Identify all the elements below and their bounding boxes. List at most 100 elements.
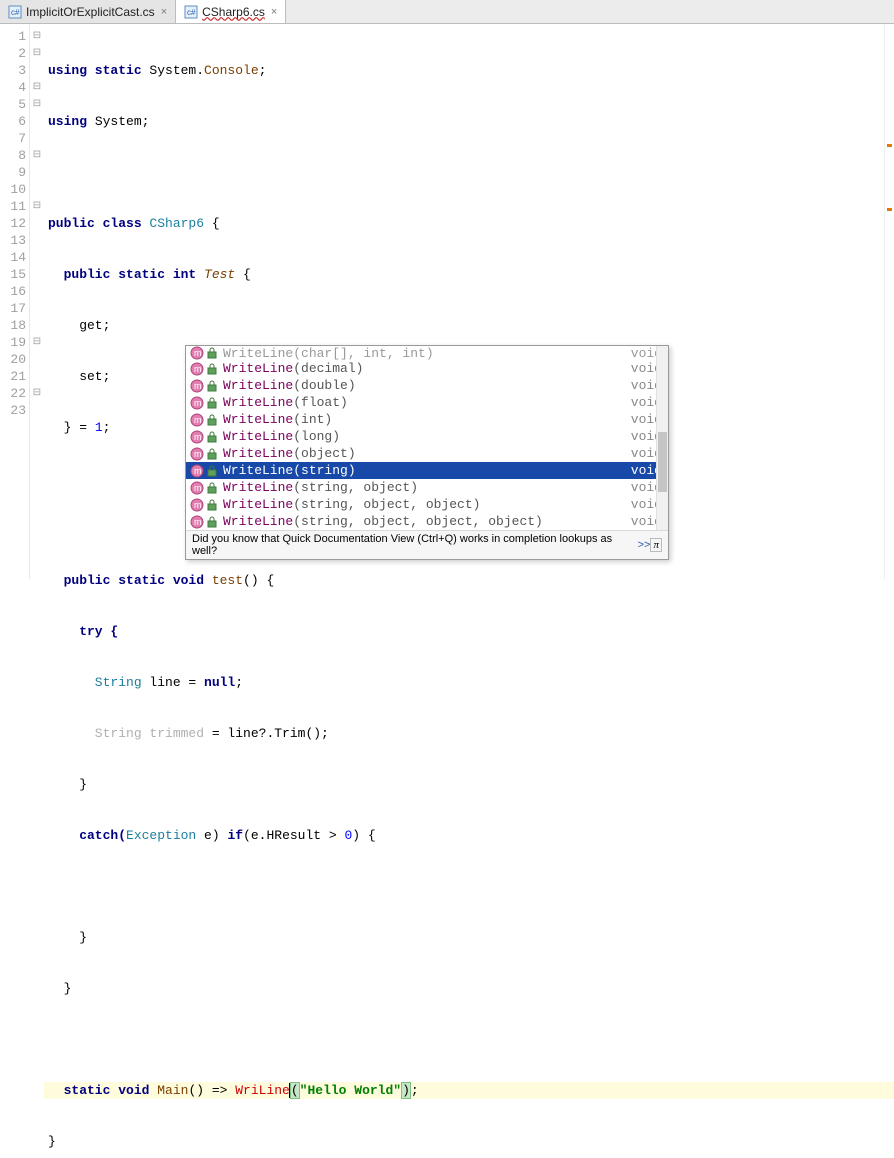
svg-text:m: m [194, 364, 202, 374]
line-number: 3 [0, 62, 26, 79]
fold-toggle[interactable]: ⊟ [30, 96, 44, 113]
line-number: 15 [0, 266, 26, 283]
completion-item[interactable]: mWriteLine(decimal)void [186, 360, 668, 377]
fold-toggle [30, 130, 44, 147]
line-number: 1 [0, 28, 26, 45]
close-icon[interactable]: × [159, 6, 169, 18]
completion-item[interactable]: mWriteLine(double)void [186, 377, 668, 394]
lock-icon [205, 413, 219, 427]
line-number: 13 [0, 232, 26, 249]
close-icon[interactable]: × [269, 6, 279, 18]
lock-icon [205, 481, 219, 495]
completion-item[interactable]: mWriteLine(int)void [186, 411, 668, 428]
line-number: 17 [0, 300, 26, 317]
lock-icon [205, 447, 219, 461]
line-number: 19 [0, 334, 26, 351]
completion-item[interactable]: mWriteLine(string)void [186, 462, 668, 479]
current-line[interactable]: static void Main() => WriLine("Hello Wor… [44, 1082, 894, 1099]
line-number: 2 [0, 45, 26, 62]
line-number: 23 [0, 402, 26, 419]
method-icon: m [190, 430, 204, 444]
method-icon: m [190, 362, 204, 376]
svg-text:m: m [194, 432, 202, 442]
completion-item[interactable]: mWriteLine(string, object, object, objec… [186, 513, 668, 530]
fold-toggle[interactable]: ⊟ [30, 79, 44, 96]
scrollbar[interactable] [656, 346, 668, 530]
fold-toggle [30, 402, 44, 419]
completion-popup: mWriteLine(char[], int, int)voidmWriteLi… [185, 345, 669, 560]
hint-link[interactable]: >> [638, 539, 651, 551]
fold-toggle [30, 249, 44, 266]
fold-toggle [30, 300, 44, 317]
lock-icon [205, 362, 219, 376]
method-icon: m [190, 379, 204, 393]
fold-toggle [30, 181, 44, 198]
line-number: 7 [0, 130, 26, 147]
svg-text:c#: c# [11, 8, 20, 17]
csharp-file-icon: c# [184, 5, 198, 19]
lock-icon [205, 515, 219, 529]
fold-toggle[interactable]: ⊟ [30, 385, 44, 402]
warning-marker[interactable] [887, 208, 892, 211]
fold-toggle[interactable]: ⊟ [30, 334, 44, 351]
completion-hint: Did you know that Quick Documentation Vi… [186, 530, 668, 559]
svg-text:m: m [194, 517, 202, 527]
pi-icon[interactable]: π [650, 538, 662, 552]
fold-toggle[interactable]: ⊟ [30, 198, 44, 215]
fold-toggle [30, 368, 44, 385]
line-number: 21 [0, 368, 26, 385]
tab-label: CSharp6.cs [202, 5, 265, 19]
svg-text:m: m [194, 398, 202, 408]
fold-toggle [30, 266, 44, 283]
fold-toggle [30, 164, 44, 181]
line-number: 5 [0, 96, 26, 113]
completion-item[interactable]: mWriteLine(object)void [186, 445, 668, 462]
tab-csharp6[interactable]: c# CSharp6.cs × [176, 0, 286, 23]
line-number: 11 [0, 198, 26, 215]
fold-toggle [30, 232, 44, 249]
fold-toggle[interactable]: ⊟ [30, 45, 44, 62]
lock-icon [205, 396, 219, 410]
tab-implicit-cast[interactable]: c# ImplicitOrExplicitCast.cs × [0, 0, 176, 23]
lock-icon [205, 498, 219, 512]
tab-label: ImplicitOrExplicitCast.cs [26, 5, 155, 19]
completion-item[interactable]: mWriteLine(long)void [186, 428, 668, 445]
line-number: 22 [0, 385, 26, 402]
line-number: 16 [0, 283, 26, 300]
fold-toggle[interactable]: ⊟ [30, 28, 44, 45]
csharp-file-icon: c# [8, 5, 22, 19]
svg-text:m: m [194, 483, 202, 493]
line-number: 8 [0, 147, 26, 164]
fold-toggle [30, 215, 44, 232]
svg-text:m: m [194, 449, 202, 459]
line-number-gutter: 1234567891011121314151617181920212223 [0, 24, 30, 579]
completion-list[interactable]: mWriteLine(char[], int, int)voidmWriteLi… [186, 346, 668, 530]
completion-item[interactable]: mWriteLine(float)void [186, 394, 668, 411]
method-icon: m [190, 396, 204, 410]
fold-toggle [30, 351, 44, 368]
line-number: 18 [0, 317, 26, 334]
fold-toggle [30, 62, 44, 79]
line-number: 20 [0, 351, 26, 368]
line-number: 9 [0, 164, 26, 181]
lock-icon [205, 464, 219, 478]
method-icon: m [190, 464, 204, 478]
scrollbar-thumb[interactable] [658, 432, 667, 492]
marker-bar[interactable] [884, 24, 894, 579]
line-number: 6 [0, 113, 26, 130]
fold-toggle [30, 283, 44, 300]
lock-icon [205, 379, 219, 393]
fold-toggle[interactable]: ⊟ [30, 147, 44, 164]
svg-text:m: m [194, 381, 202, 391]
editor-tab-bar: c# ImplicitOrExplicitCast.cs × c# CSharp… [0, 0, 894, 24]
completion-item[interactable]: mWriteLine(char[], int, int)void [186, 346, 668, 360]
warning-marker[interactable] [887, 144, 892, 147]
completion-item[interactable]: mWriteLine(string, object, object)void [186, 496, 668, 513]
line-number: 10 [0, 181, 26, 198]
method-icon: m [190, 515, 204, 529]
fold-gutter: ⊟⊟⊟⊟⊟⊟⊟⊟ [30, 24, 44, 579]
completion-item[interactable]: mWriteLine(string, object)void [186, 479, 668, 496]
svg-text:c#: c# [187, 8, 196, 17]
method-icon: m [190, 481, 204, 495]
lock-icon [205, 346, 219, 360]
